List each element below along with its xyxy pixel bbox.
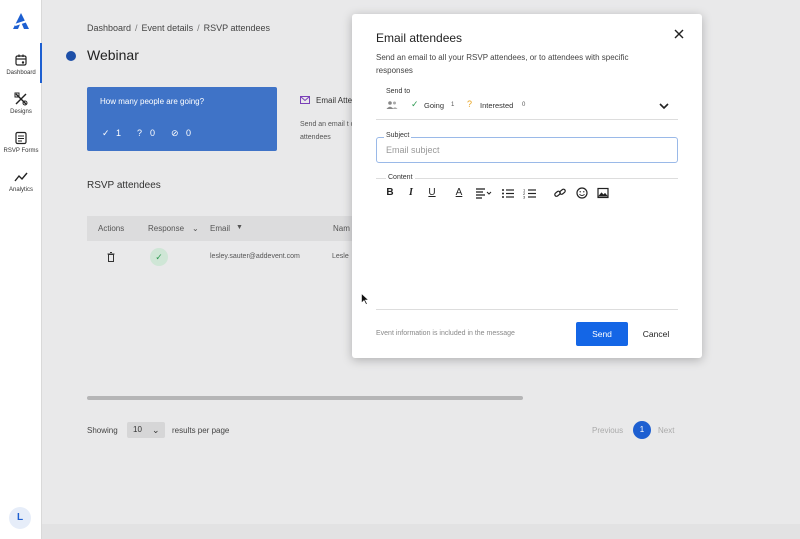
modal-description: Send an email to all your RSVP attendees…	[376, 53, 629, 75]
avatar[interactable]: L	[9, 507, 31, 529]
per-page-value: 10	[133, 425, 142, 434]
email-attendees-card-title[interactable]: Email Atte	[316, 96, 352, 105]
breadcrumb-separator: /	[135, 23, 138, 33]
close-icon[interactable]	[672, 27, 686, 41]
sidebar-item-dashboard[interactable]: Dashboard	[0, 53, 42, 76]
cancel-button[interactable]: Cancel	[636, 322, 676, 346]
footer-note: Event information is included in the mes…	[376, 330, 515, 337]
numbered-list-icon[interactable]: 1 2 3	[522, 186, 538, 200]
trash-icon[interactable]	[107, 252, 115, 262]
content-editor[interactable]	[376, 206, 678, 308]
text-color-icon[interactable]: A	[451, 186, 467, 200]
sidebar-item-rsvp-forms[interactable]: RSVP Forms	[0, 131, 42, 154]
modal-title: Email attendees	[376, 31, 463, 45]
sidebar-item-analytics[interactable]: Analytics	[0, 170, 42, 193]
per-page-select[interactable]: 10 ⌄	[127, 422, 165, 438]
next-page-button[interactable]: Next	[658, 426, 674, 435]
sidebar-item-designs[interactable]: Designs	[0, 92, 42, 115]
column-response[interactable]: Response	[148, 224, 184, 233]
designs-icon	[14, 92, 28, 106]
previous-page-button[interactable]: Previous	[592, 426, 623, 435]
page-title: Webinar	[87, 47, 139, 63]
subject-label: Subject	[384, 132, 412, 139]
check-icon: ✓	[411, 99, 419, 109]
send-to-label: Send to	[386, 88, 411, 95]
event-color-dot	[66, 51, 76, 61]
mouse-cursor-icon	[361, 293, 369, 305]
svg-text:3: 3	[523, 195, 526, 200]
send-to-going-count: 1	[451, 102, 455, 108]
image-icon[interactable]	[595, 186, 611, 200]
response-going-badge: ✓	[150, 248, 168, 266]
going-count: 1	[116, 128, 122, 138]
send-button[interactable]: Send	[576, 322, 628, 346]
addevent-logo-icon[interactable]	[11, 11, 31, 31]
analytics-icon	[14, 172, 28, 182]
breadcrumb-dashboard[interactable]: Dashboard	[87, 23, 131, 33]
declined-icon: ⊘	[171, 128, 179, 138]
sidebar-item-label: Analytics	[8, 187, 33, 193]
page-number-1[interactable]: 1	[633, 421, 651, 439]
question-icon: ?	[467, 99, 473, 109]
going-card-question: How many people are going?	[100, 97, 205, 106]
column-actions: Actions	[98, 224, 125, 233]
results-per-page-label: results per page	[172, 426, 230, 435]
email-attendees-modal: Email attendees Send an email to all you…	[352, 14, 702, 358]
section-title: RSVP attendees	[87, 180, 161, 191]
breadcrumb-event-details[interactable]: Event details	[142, 23, 194, 33]
italic-icon[interactable]: I	[403, 186, 419, 200]
content-divider	[376, 178, 678, 179]
send-to-interested-count: 0	[522, 102, 526, 108]
bottom-strip	[42, 524, 800, 539]
envelope-icon	[300, 96, 310, 104]
send-to-interested-label: Interested	[480, 101, 514, 110]
sidebar-item-label: Dashboard	[6, 70, 36, 76]
align-icon[interactable]	[474, 186, 494, 200]
send-to-select[interactable]: Send to ✓ Going 1 ? Interested 0	[376, 86, 678, 120]
sidebar-item-label: Designs	[10, 109, 32, 115]
content-divider	[376, 309, 678, 310]
breadcrumb-separator: /	[197, 23, 200, 33]
chevron-down-icon[interactable]: ⌄	[192, 224, 199, 233]
table-header: Actions Response ⌄ Email ▼ Nam	[87, 216, 367, 241]
question-icon: ?	[137, 128, 143, 138]
chevron-down-icon: ⌄	[152, 425, 160, 435]
underline-icon[interactable]: U	[424, 186, 440, 200]
calendar-icon	[15, 54, 27, 66]
bold-icon[interactable]: B	[382, 186, 398, 200]
sort-down-icon[interactable]: ▼	[236, 224, 243, 231]
subject-input[interactable]	[376, 137, 678, 163]
attendee-email: lesley.sauter@addevent.com	[210, 253, 300, 260]
link-icon[interactable]	[552, 186, 568, 200]
declined-count: 0	[186, 128, 192, 138]
breadcrumb: Dashboard / Event details / RSVP attendees	[87, 23, 270, 33]
sidebar-item-label: RSVP Forms	[3, 148, 39, 154]
people-icon	[386, 101, 398, 109]
breadcrumb-rsvp-attendees: RSVP attendees	[203, 23, 270, 33]
chevron-down-icon[interactable]	[658, 102, 670, 110]
content-label: Content	[386, 174, 415, 181]
emoji-icon[interactable]	[574, 186, 590, 200]
sidebar: Dashboard Designs RSVP Forms Analytics L	[0, 0, 42, 539]
showing-label: Showing	[87, 426, 118, 435]
check-icon: ✓	[102, 128, 110, 138]
rsvp-forms-icon	[15, 131, 27, 145]
column-name[interactable]: Nam	[333, 224, 350, 233]
going-summary-card: How many people are going? ✓ 1 ? 0 ⊘ 0	[87, 87, 277, 151]
bullet-list-icon[interactable]	[500, 186, 516, 200]
attendee-name: Lesle	[332, 253, 349, 260]
horizontal-scrollbar[interactable]	[87, 396, 523, 400]
column-email[interactable]: Email	[210, 224, 230, 233]
interested-count: 0	[150, 128, 156, 138]
send-to-going-label: Going	[424, 101, 445, 110]
